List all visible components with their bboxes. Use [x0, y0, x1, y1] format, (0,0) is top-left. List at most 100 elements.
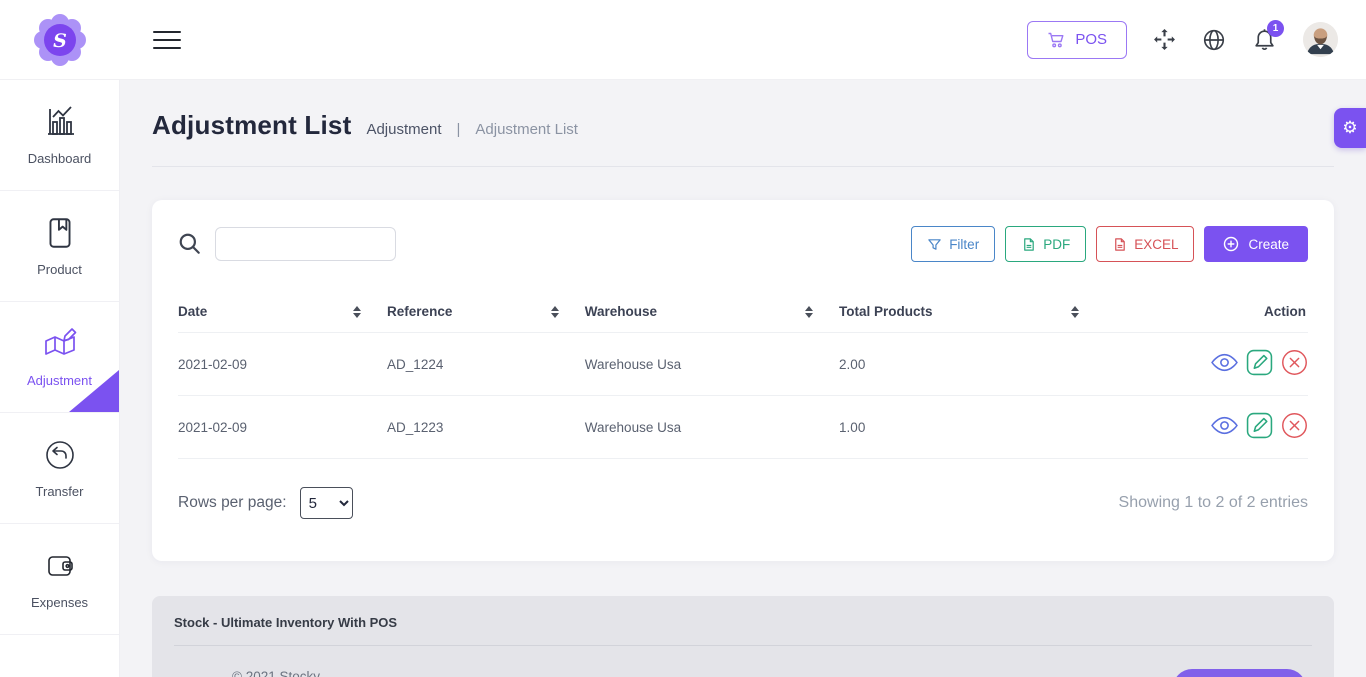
eye-icon — [1211, 416, 1238, 435]
fullscreen-button[interactable] — [1153, 28, 1176, 51]
globe-icon — [1202, 28, 1226, 52]
cell-total-products: 1.00 — [839, 396, 1105, 459]
transfer-icon — [42, 437, 78, 473]
view-button[interactable] — [1211, 416, 1238, 438]
top-header: S POS — [0, 0, 1366, 80]
cell-reference: AD_1224 — [387, 333, 585, 396]
sidebar-item-dashboard[interactable]: Dashboard — [0, 80, 119, 191]
delete-button[interactable] — [1281, 412, 1308, 442]
edit-pencil-icon — [1246, 349, 1273, 376]
cell-total-products: 2.00 — [839, 333, 1105, 396]
sidebar-item-transfer[interactable]: Transfer — [0, 413, 119, 524]
sidebar-item-expenses[interactable]: Expenses — [0, 524, 119, 635]
page-header: Adjustment List Adjustment | Adjustment … — [120, 80, 1366, 141]
copyright-text: © 2021 Stocky — [232, 669, 340, 677]
pos-label: POS — [1075, 31, 1107, 48]
eye-icon — [1211, 353, 1238, 372]
cart-icon — [1047, 31, 1066, 49]
table-row: 2021-02-09 AD_1223 Warehouse Usa 1.00 — [178, 396, 1308, 459]
cell-actions — [1105, 333, 1308, 396]
sidebar-item-label: Transfer — [36, 484, 84, 499]
rows-per-page-label: Rows per page: — [178, 494, 287, 512]
cell-warehouse: Warehouse Usa — [585, 333, 839, 396]
create-label: Create — [1248, 237, 1289, 252]
adjustment-map-pencil-icon — [41, 326, 79, 362]
language-button[interactable] — [1202, 28, 1226, 52]
column-header-date[interactable]: Date — [178, 294, 387, 333]
showing-entries-text: Showing 1 to 2 of 2 entries — [1119, 494, 1308, 512]
column-header-warehouse[interactable]: Warehouse — [585, 294, 839, 333]
sort-icon — [1071, 306, 1079, 318]
pdf-button[interactable]: PDF — [1005, 226, 1086, 262]
cell-date: 2021-02-09 — [178, 396, 387, 459]
user-avatar[interactable] — [1303, 22, 1338, 57]
adjustments-table: Date Reference Warehouse Total Products … — [178, 294, 1308, 459]
cell-date: 2021-02-09 — [178, 333, 387, 396]
notifications-button[interactable]: 1 — [1252, 27, 1277, 52]
edit-button[interactable] — [1246, 412, 1273, 442]
x-circle-icon — [1281, 349, 1308, 376]
header-divider — [152, 166, 1334, 167]
sort-icon — [805, 306, 813, 318]
breadcrumb-parent[interactable]: Adjustment — [366, 121, 441, 138]
settings-fab-button[interactable]: ⚙ — [1334, 108, 1366, 148]
column-header-total-products[interactable]: Total Products — [839, 294, 1105, 333]
table-header-row: Date Reference Warehouse Total Products … — [178, 294, 1308, 333]
excel-button[interactable]: EXCEL — [1096, 226, 1194, 262]
sidebar-item-label: Expenses — [31, 595, 88, 610]
cell-reference: AD_1223 — [387, 396, 585, 459]
svg-text:S: S — [53, 30, 67, 52]
dashboard-icon — [42, 104, 78, 140]
pdf-file-icon — [1021, 237, 1036, 252]
avatar-photo — [1303, 22, 1338, 57]
excel-label: EXCEL — [1134, 237, 1178, 252]
search-icon — [178, 232, 202, 256]
view-button[interactable] — [1211, 353, 1238, 375]
active-corner-marker — [69, 370, 119, 412]
sidebar-item-adjustment[interactable]: Adjustment — [0, 302, 119, 413]
footer-title: Stock - Ultimate Inventory With POS — [174, 615, 1312, 630]
filter-button[interactable]: Filter — [911, 226, 995, 262]
x-circle-icon — [1281, 412, 1308, 439]
plus-circle-icon — [1223, 236, 1239, 252]
copyright-block: © 2021 Stocky All rights reserved — [232, 669, 340, 677]
sidebar-item-label: Dashboard — [28, 151, 92, 166]
app-logo[interactable]: S — [0, 14, 120, 66]
sidebar-item-label: Product — [37, 262, 82, 277]
excel-file-icon — [1112, 237, 1127, 252]
cell-actions — [1105, 396, 1308, 459]
rows-per-page-select[interactable]: 5 — [300, 487, 353, 519]
search-input[interactable] — [215, 227, 396, 261]
table-row: 2021-02-09 AD_1224 Warehouse Usa 2.00 — [178, 333, 1308, 396]
expenses-wallet-icon — [42, 548, 78, 584]
card-toolbar: Filter PDF EXCEL — [178, 226, 1308, 262]
create-button[interactable]: Create — [1204, 226, 1308, 262]
sort-icon — [353, 306, 361, 318]
search-area — [178, 227, 396, 261]
column-header-action: Action — [1105, 294, 1308, 333]
hamburger-icon — [153, 31, 181, 33]
edit-button[interactable] — [1246, 349, 1273, 379]
page-footer: Stock - Ultimate Inventory With POS © 20… — [152, 596, 1334, 677]
menu-toggle-button[interactable] — [153, 30, 181, 50]
adjustment-list-card: Filter PDF EXCEL — [152, 200, 1334, 561]
pos-button[interactable]: POS — [1027, 21, 1127, 59]
sidebar-item-product[interactable]: Product — [0, 191, 119, 302]
sidebar: Dashboard Product Adjustment Transfer — [0, 80, 120, 677]
cell-warehouse: Warehouse Usa — [585, 396, 839, 459]
filter-label: Filter — [949, 237, 979, 252]
product-book-icon — [43, 215, 77, 251]
pdf-label: PDF — [1043, 237, 1070, 252]
page-title: Adjustment List — [152, 110, 351, 141]
gear-icon: ⚙ — [1342, 118, 1357, 138]
logo-flower-icon: S — [34, 14, 86, 66]
expand-arrows-icon — [1153, 28, 1176, 51]
sort-icon — [551, 306, 559, 318]
delete-button[interactable] — [1281, 349, 1308, 379]
breadcrumb-current: Adjustment List — [475, 121, 578, 138]
edit-pencil-icon — [1246, 412, 1273, 439]
buy-stocky-button[interactable]: Buy Stocky — [1173, 669, 1306, 677]
table-actions: Filter PDF EXCEL — [911, 226, 1308, 262]
breadcrumb-separator: | — [457, 121, 461, 138]
column-header-reference[interactable]: Reference — [387, 294, 585, 333]
